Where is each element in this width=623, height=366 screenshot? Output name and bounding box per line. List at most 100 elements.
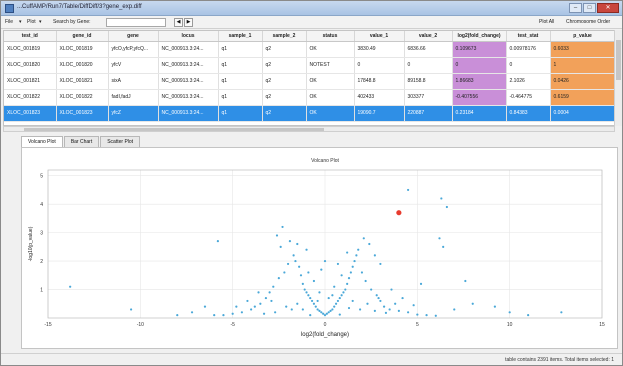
table-cell: 0 xyxy=(404,57,453,74)
table-vertical-scrollbar[interactable] xyxy=(614,30,622,126)
y-tick-label: 5 xyxy=(40,174,43,180)
file-menu[interactable]: File xyxy=(5,19,13,25)
column-header[interactable]: test_stat xyxy=(506,31,551,42)
data-point xyxy=(323,314,327,317)
data-point xyxy=(353,259,356,263)
next-arrow-icon[interactable]: ▶ xyxy=(184,18,193,27)
data-point xyxy=(379,299,382,303)
data-point xyxy=(312,302,316,305)
table-row[interactable]: XLOC_001822 XLOC_001822 fadI,fadJ NC_000913… xyxy=(4,89,614,106)
maximize-button[interactable]: □ xyxy=(583,3,596,13)
volcano-plot-svg[interactable]: Volcano Plot -15 -10 -5 0 5 10 15 1 2 3 4 5 log2(fold… xyxy=(22,148,619,350)
data-point xyxy=(527,314,530,317)
plot-all-button[interactable]: Plot All xyxy=(539,19,554,25)
table-cell: 402433 xyxy=(354,89,405,106)
table-cell: NC_000913.3:24... xyxy=(158,105,219,122)
x-tick-label: 10 xyxy=(507,322,513,328)
table-row[interactable]: XLOC_001823 XLOC_001823 yfcZ NC_000913.3:24… xyxy=(4,105,614,122)
data-point xyxy=(331,294,334,297)
table-horizontal-scrollbar[interactable] xyxy=(3,126,615,132)
plot-menu[interactable]: Plot xyxy=(27,19,36,25)
title-bar[interactable]: ...CuffAMP/Run7/Table/DiffDiff/3?gene_ex… xyxy=(1,1,622,16)
table-cell: OK xyxy=(306,89,355,106)
data-point xyxy=(292,254,295,257)
data-point xyxy=(373,254,376,257)
results-table[interactable]: test_id gene_id gene locus sample_1 sample_2 s… xyxy=(3,30,615,126)
data-point xyxy=(407,188,410,192)
data-point xyxy=(270,299,273,303)
table-cell: 220887 xyxy=(404,105,453,122)
data-point xyxy=(296,242,299,246)
column-header[interactable]: sample_1 xyxy=(218,31,263,42)
column-header[interactable]: p_value xyxy=(550,31,614,42)
table-cell: 3830.49 xyxy=(354,41,405,58)
tab-volcano-plot[interactable]: Volcano Plot xyxy=(21,136,63,147)
table-cell: 0 xyxy=(506,57,551,74)
data-point xyxy=(333,285,336,288)
data-point xyxy=(390,288,393,291)
plot-dropdown-icon[interactable]: ▾ xyxy=(39,19,42,25)
table-header-row: test_id gene_id gene locus sample_1 sample_2 s… xyxy=(4,31,614,42)
column-header[interactable]: value_2 xyxy=(404,31,453,42)
data-point xyxy=(309,296,312,300)
data-point xyxy=(312,279,316,283)
scrollbar-thumb[interactable] xyxy=(616,40,621,80)
table-cell: 19090.7 xyxy=(354,105,405,122)
data-point xyxy=(346,282,349,285)
close-button[interactable]: ✕ xyxy=(597,3,619,13)
column-header[interactable]: log2(fold_change) xyxy=(452,31,507,42)
data-point xyxy=(310,299,314,303)
prev-arrow-icon[interactable]: ◀ xyxy=(174,18,183,27)
data-point xyxy=(351,299,354,303)
chromosome-order-button[interactable]: Chromosome Order xyxy=(566,19,610,25)
data-point xyxy=(222,314,225,317)
column-header[interactable]: status xyxy=(306,31,355,42)
data-point xyxy=(357,248,360,251)
column-header[interactable]: gene xyxy=(108,31,159,42)
column-header[interactable]: sample_2 xyxy=(262,31,307,42)
data-point xyxy=(294,259,297,263)
table-row[interactable]: XLOC_001821 XLOC_001821 sixA NC_000913.3:24… xyxy=(4,73,614,90)
table-cell: q1 xyxy=(218,41,263,58)
minimize-button[interactable]: – xyxy=(569,3,582,13)
scrollbar-thumb[interactable] xyxy=(24,128,324,131)
data-point xyxy=(342,291,345,294)
column-header[interactable]: test_id xyxy=(4,31,57,42)
table-cell: yfcO,yfcP,yfcQ... xyxy=(108,41,159,58)
table-cell: fadI,fadJ xyxy=(108,89,159,106)
data-point xyxy=(493,305,496,308)
table-cell: 89158.8 xyxy=(404,73,453,90)
data-point xyxy=(375,294,378,297)
y-tick-label: 1 xyxy=(40,288,43,294)
data-point xyxy=(253,305,256,308)
data-point xyxy=(338,296,341,300)
data-point xyxy=(388,308,391,311)
data-point xyxy=(412,304,415,307)
tab-scatter-plot[interactable]: Scatter Plot xyxy=(100,136,141,147)
data-point xyxy=(240,311,243,314)
x-tick-label: 5 xyxy=(416,322,419,328)
data-point xyxy=(425,314,428,317)
plot-tabs: Volcano Plot Bar Chart Scatter Plot xyxy=(21,136,141,147)
volcano-plot-panel[interactable]: Volcano Plot -15 -10 -5 0 5 10 15 1 2 3 4 5 log2(fold… xyxy=(21,147,618,349)
tab-bar-chart[interactable]: Bar Chart xyxy=(63,136,100,147)
column-header[interactable]: gene_id xyxy=(56,31,109,42)
data-point xyxy=(320,311,323,314)
toolbar: File ▾ Plot ▾ Search by Gene: ◀ ▶ Plot A… xyxy=(1,16,622,29)
table-cell: 1.86683 xyxy=(452,73,507,90)
column-header[interactable]: value_1 xyxy=(354,31,405,42)
data-point xyxy=(298,265,301,268)
status-text: table contains 2391 items. Total items s… xyxy=(505,357,614,363)
file-dropdown-icon[interactable]: ▾ xyxy=(19,19,22,25)
table-row[interactable]: XLOC_001819 XLOC_001819 yfcO,yfcP,yfcQ... N… xyxy=(4,41,614,58)
table-row[interactable]: XLOC_001820 XLOC_001820 yfcV NC_000913.3:24… xyxy=(4,57,614,74)
data-point xyxy=(307,271,310,274)
data-point xyxy=(277,277,280,280)
data-point xyxy=(314,305,317,308)
selected-data-point xyxy=(396,210,402,216)
table-cell: XLOC_001820 xyxy=(4,57,57,74)
column-header[interactable]: locus xyxy=(158,31,219,42)
search-input[interactable] xyxy=(106,18,166,27)
table-cell: q2 xyxy=(262,89,307,106)
data-point xyxy=(259,302,262,305)
